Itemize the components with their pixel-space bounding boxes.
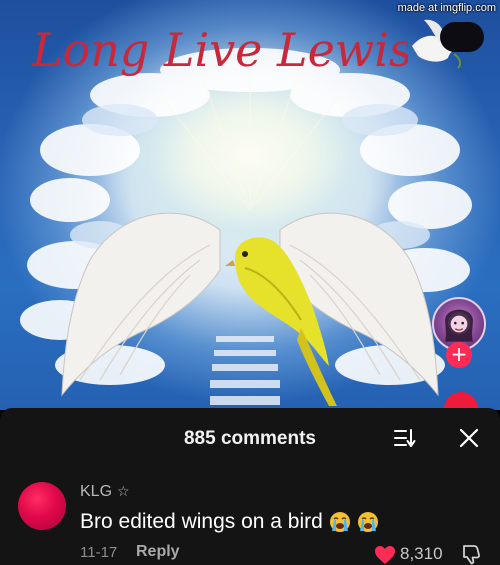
reply-button[interactable]: Reply [136,543,180,561]
creator-avatar-overlay [440,22,484,52]
username-text[interactable]: KLG [80,483,112,501]
star-badge-icon: ☆ [117,484,130,500]
comment-date: 11-17 [80,544,118,561]
watermark-text: made at imgflip.com [397,2,496,14]
loudly-crying-face-icon [329,512,350,532]
close-icon[interactable] [458,427,480,449]
like-count: 8,310 [400,544,443,563]
comments-count-title: 885 comments [183,428,316,449]
commenter-username[interactable]: KLG ☆ [80,483,130,501]
heart-icon[interactable] [374,545,396,565]
parakeet-image [225,237,337,406]
comment-text: Bro edited wings on a bird [80,510,323,533]
dislike-icon[interactable] [460,543,482,565]
commenter-avatar[interactable] [18,482,66,530]
comments-panel: 885 comments KLG ☆ Bro edited wings on a… [0,408,500,565]
sort-icon[interactable] [394,428,416,448]
overlay-title: Long Live Lewis [31,23,408,77]
loudly-crying-face-icon [357,512,378,532]
svg-text:Long Live Lewis: Long Live Lewis [31,23,408,77]
video-player[interactable]: Long Live Lewis made at imgflip.com + [0,0,500,410]
comment-body: Bro edited wings on a bird [80,510,379,534]
follow-button[interactable]: + [446,342,472,368]
